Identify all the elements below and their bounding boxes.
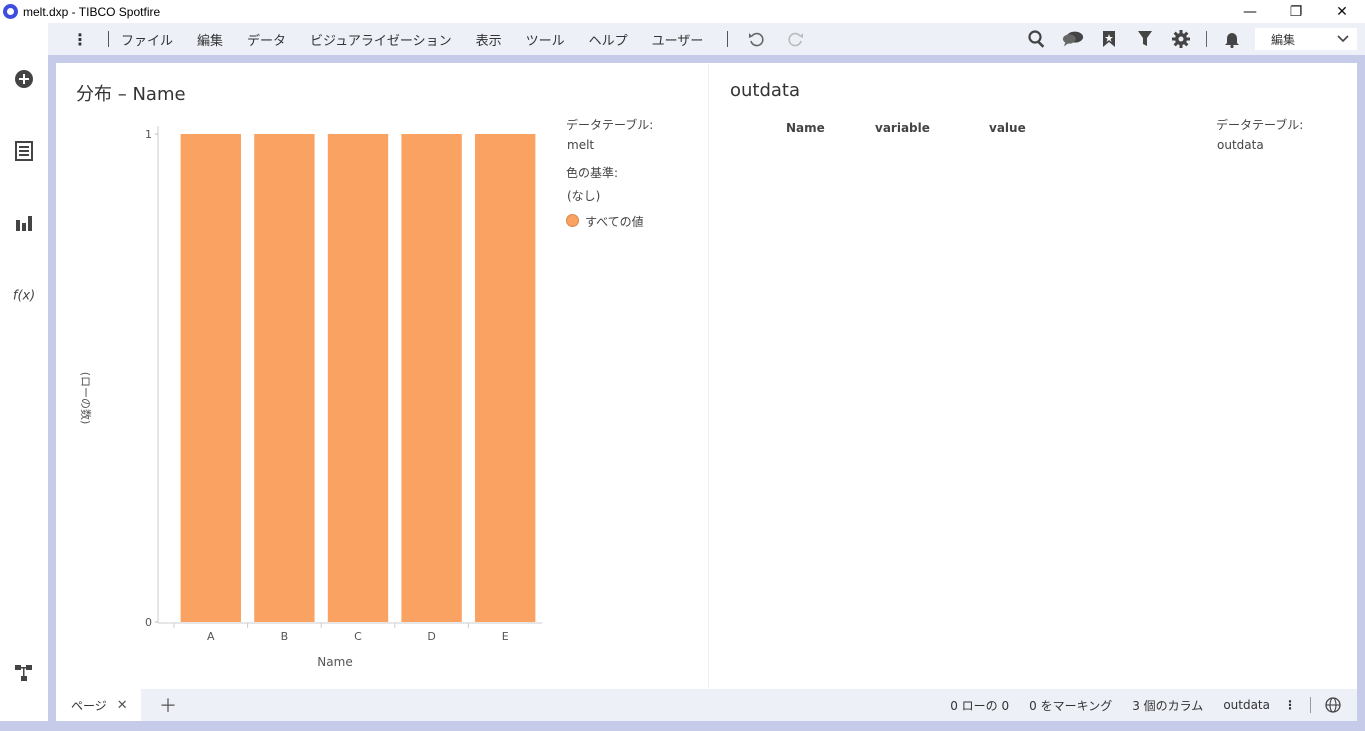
legend-table-label: データテーブル: bbox=[566, 118, 654, 132]
table-legend-value[interactable]: outdata bbox=[1217, 138, 1264, 152]
search-icon[interactable] bbox=[1026, 28, 1048, 50]
page-tab-label: ページ bbox=[71, 698, 107, 713]
page-tab[interactable]: ページ ✕ bbox=[56, 689, 141, 721]
legend-color-value[interactable]: (なし) bbox=[567, 187, 600, 204]
menu-user[interactable]: ユーザー bbox=[652, 30, 704, 49]
bar-c[interactable] bbox=[327, 134, 389, 622]
bar-d[interactable] bbox=[401, 134, 462, 622]
legend-color-label: 色の基準: bbox=[566, 166, 619, 180]
menu-separator bbox=[108, 31, 109, 47]
status-separator bbox=[1310, 697, 1311, 713]
add-page-icon[interactable]: ＋ bbox=[159, 692, 177, 718]
bottom-strip bbox=[48, 721, 1365, 731]
legend-swatch[interactable] bbox=[566, 214, 579, 227]
spotfire-logo-icon bbox=[3, 4, 18, 19]
filter-icon[interactable] bbox=[1134, 28, 1156, 50]
active-table[interactable]: outdata bbox=[1223, 698, 1270, 712]
window-title-bar: melt.dxp - TIBCO Spotfire — ❐ ✕ bbox=[0, 0, 1365, 23]
legend-item-label[interactable]: すべての値 bbox=[585, 213, 644, 230]
files-and-data-icon[interactable] bbox=[12, 139, 36, 163]
minimize-button[interactable]: — bbox=[1227, 0, 1273, 23]
svg-text:f(x): f(x) bbox=[13, 289, 35, 304]
bar-a[interactable] bbox=[180, 134, 241, 622]
visualization-types-icon[interactable] bbox=[12, 211, 36, 235]
data-canvas-icon[interactable] bbox=[12, 661, 36, 685]
y-axis-title[interactable]: (ローの数) bbox=[79, 372, 92, 425]
y-tick-label: 0 bbox=[145, 616, 152, 629]
menu-bar: ⋮ ファイル 編集 データ ビジュアライゼーション 表示 ツール ヘルプ ユーザ… bbox=[48, 23, 1365, 55]
collaboration-icon[interactable] bbox=[1062, 28, 1084, 50]
x-tick-label: C bbox=[354, 630, 362, 643]
settings-gear-icon[interactable] bbox=[1170, 28, 1192, 50]
status-bar: ページ ✕ ＋ 0 ローの 0 0 をマーキング 3 個のカラム outdata… bbox=[56, 689, 1357, 721]
notifications-bell-icon[interactable] bbox=[1221, 28, 1243, 50]
status-info: 0 ローの 0 0 をマーキング 3 個のカラム outdata ⋮ bbox=[950, 689, 1357, 721]
table-legend-label: データテーブル: bbox=[1216, 118, 1304, 132]
table-header-name[interactable]: Name bbox=[786, 121, 825, 135]
table-title[interactable]: outdata bbox=[730, 80, 800, 101]
menu-help[interactable]: ヘルプ bbox=[589, 30, 628, 49]
close-page-icon[interactable]: ✕ bbox=[117, 698, 128, 713]
main-menu-icon[interactable]: ⋮ bbox=[70, 30, 90, 49]
restore-button[interactable]: ❐ bbox=[1273, 0, 1319, 23]
bar-chart-title[interactable]: 分布 – Name bbox=[76, 80, 186, 106]
edit-mode-select[interactable]: 編集 bbox=[1255, 28, 1357, 50]
row-count: 0 ローの 0 bbox=[950, 698, 1010, 713]
x-tick-label: A bbox=[207, 630, 215, 643]
panel-divider bbox=[708, 64, 709, 688]
edit-mode-label: 編集 bbox=[1271, 32, 1296, 47]
table-header-variable[interactable]: variable bbox=[875, 121, 930, 135]
window-controls: — ❐ ✕ bbox=[1227, 0, 1365, 23]
menu-visualization[interactable]: ビジュアライゼーション bbox=[310, 30, 452, 49]
bar-e[interactable] bbox=[475, 134, 536, 622]
x-tick-label: D bbox=[427, 630, 435, 643]
bookmark-icon[interactable] bbox=[1098, 28, 1120, 50]
menu-edit[interactable]: 編集 bbox=[197, 30, 223, 49]
left-rail: f(x) bbox=[0, 23, 48, 721]
menu-file[interactable]: ファイル bbox=[121, 30, 173, 49]
menu-separator bbox=[727, 31, 729, 47]
y-tick-label: 1 bbox=[145, 128, 152, 141]
add-data-icon[interactable] bbox=[12, 67, 36, 91]
menu-view[interactable]: 表示 bbox=[476, 30, 502, 49]
undo-icon[interactable] bbox=[744, 27, 768, 51]
marked-count: 0 をマーキング bbox=[1029, 698, 1113, 713]
globe-icon[interactable] bbox=[1325, 697, 1341, 713]
x-tick-label: B bbox=[281, 630, 289, 643]
toolbar-right: 編集 bbox=[1012, 23, 1365, 55]
close-window-button[interactable]: ✕ bbox=[1319, 0, 1365, 23]
menu-tools[interactable]: ツール bbox=[526, 30, 565, 49]
window-title: melt.dxp - TIBCO Spotfire bbox=[23, 4, 161, 19]
redo-icon[interactable] bbox=[784, 27, 808, 51]
bar-b[interactable] bbox=[254, 134, 315, 622]
column-count: 3 個のカラム bbox=[1132, 698, 1204, 713]
table-header-value[interactable]: value bbox=[989, 121, 1026, 135]
toolbar-separator bbox=[1206, 31, 1207, 47]
menu-data[interactable]: データ bbox=[247, 30, 286, 49]
legend-table-value[interactable]: melt bbox=[567, 138, 594, 152]
function-icon[interactable]: f(x) bbox=[12, 283, 36, 307]
status-menu-icon[interactable]: ⋮ bbox=[1284, 698, 1296, 712]
x-tick-label: E bbox=[502, 630, 509, 643]
bar-chart[interactable]: 0 1 A B C D E Name (ローの数) bbox=[60, 112, 560, 682]
chevron-down-icon bbox=[1337, 32, 1349, 46]
x-axis-title[interactable]: Name bbox=[317, 655, 352, 669]
